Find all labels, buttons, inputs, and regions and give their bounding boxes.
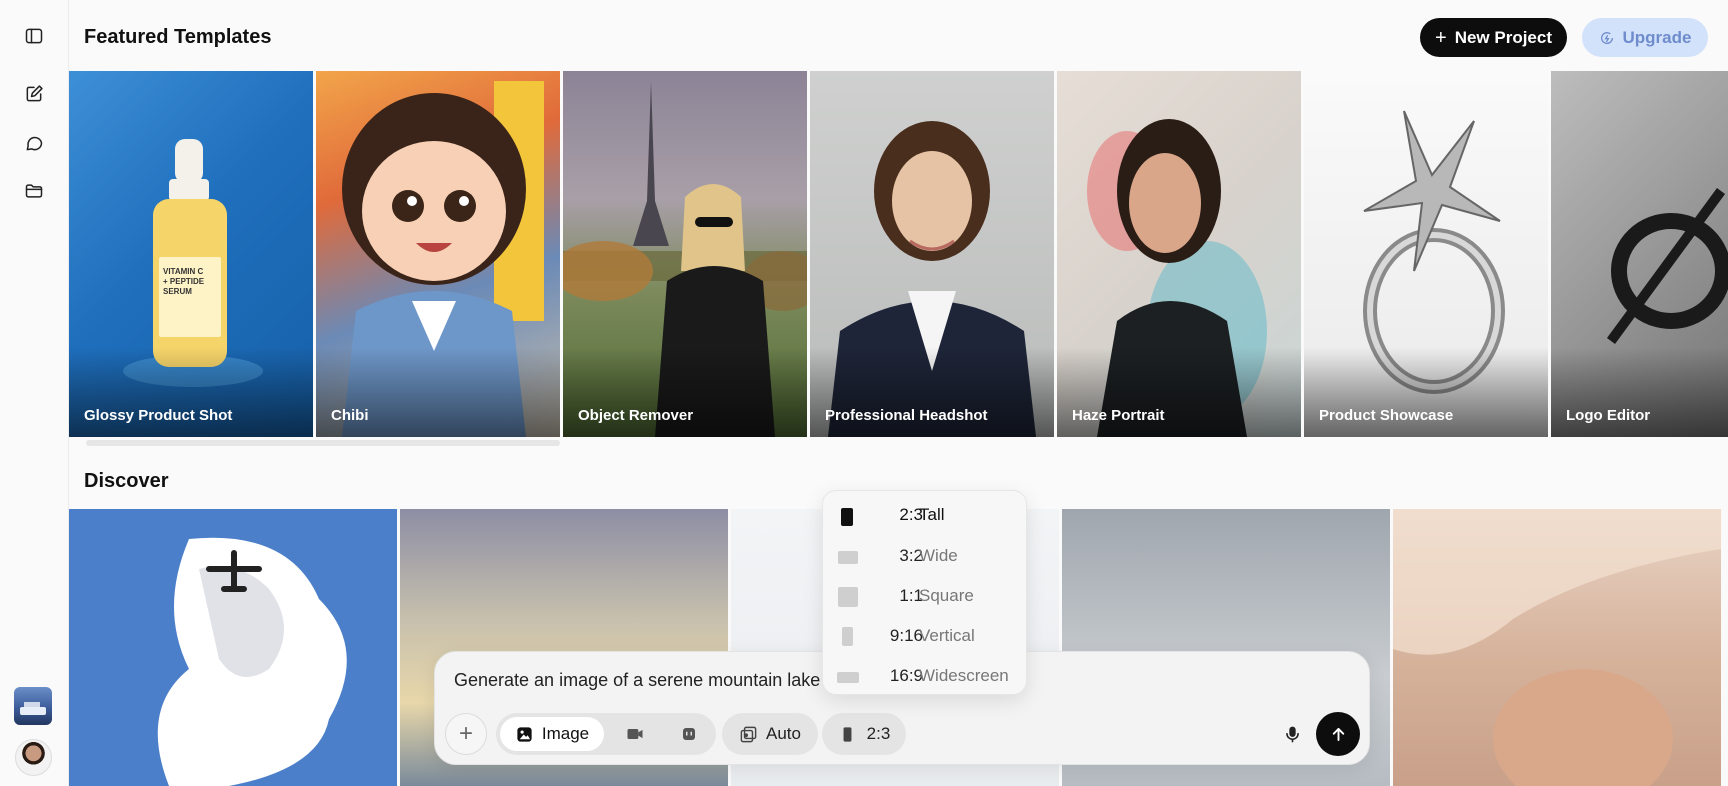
aspect-ratio-label: 2:3 (866, 724, 891, 743)
chat-icon[interactable] (20, 129, 48, 157)
ratio-name: Widescreen (919, 666, 1009, 685)
template-card-logo-editor[interactable]: Logo Editor (1551, 71, 1728, 437)
ratio-wide-icon (838, 551, 858, 564)
ratio-tall-icon (841, 508, 853, 526)
recent-project-thumbnail[interactable] (14, 687, 52, 725)
carousel-scrollbar[interactable] (86, 440, 560, 446)
template-label: Object Remover (578, 407, 694, 424)
bottle-label-text: VITAMIN C + PEPTIDE SERUM (163, 267, 205, 296)
auto-icon (740, 726, 757, 742)
character-icon (683, 728, 695, 740)
new-project-label: New Project (1454, 27, 1552, 47)
mode-video-button[interactable] (622, 721, 648, 747)
send-arrow-icon (1332, 727, 1344, 741)
template-card-object-remover[interactable]: Object Remover (563, 71, 807, 437)
ratio-vertical-icon (842, 627, 853, 646)
template-label: Chibi (331, 407, 369, 424)
ratio-value: 2:3 (899, 505, 923, 524)
ratio-icon (843, 726, 852, 742)
aspect-option-wide[interactable]: 3:2 Wide (823, 536, 1028, 576)
ratio-name: Wide (919, 546, 958, 565)
template-carousel: VITAMIN C + PEPTIDE SERUM Glossy Product… (69, 71, 1728, 437)
aspect-ratio-button[interactable]: 2:3 (822, 713, 906, 755)
ratio-name: Tall (919, 505, 945, 524)
upgrade-button[interactable]: Upgrade (1582, 18, 1708, 57)
ratio-widescreen-icon (837, 672, 859, 683)
image-icon (517, 726, 532, 742)
template-card-haze-portrait[interactable]: Haze Portrait (1057, 71, 1301, 437)
ratio-value: 16:9 (889, 666, 923, 685)
discover-card[interactable] (1393, 509, 1721, 786)
mic-button[interactable] (1277, 713, 1307, 755)
mode-character-button[interactable] (676, 721, 702, 747)
folder-icon[interactable] (20, 177, 48, 205)
template-label: Professional Headshot (825, 407, 988, 424)
video-icon (627, 729, 643, 739)
sidebar (0, 0, 69, 786)
upgrade-label: Upgrade (1622, 27, 1692, 47)
aspect-ratio-menu: 2:3 Tall 3:2 Wide 1:1 Square 9:16 Vertic… (822, 490, 1027, 695)
ratio-value: 1:1 (899, 586, 923, 605)
discover-card[interactable] (69, 509, 397, 786)
template-label: Haze Portrait (1072, 407, 1165, 424)
template-label: Glossy Product Shot (84, 407, 233, 424)
template-label: Logo Editor (1566, 407, 1651, 424)
upgrade-icon (1600, 31, 1613, 44)
template-label: Product Showcase (1319, 407, 1454, 424)
aspect-option-widescreen[interactable]: 16:9 Widescreen (823, 656, 1028, 696)
auto-label: Auto (766, 724, 801, 743)
ratio-name: Vertical (919, 626, 975, 645)
sidebar-toggle-icon[interactable] (20, 22, 48, 50)
aspect-option-vertical[interactable]: 9:16 Vertical (823, 616, 1028, 656)
ratio-value: 3:2 (899, 546, 923, 565)
template-card-professional-headshot[interactable]: Professional Headshot (810, 71, 1054, 437)
template-card-product-showcase[interactable]: Product Showcase (1304, 71, 1548, 437)
app-window: Featured Templates + New Project Upgrade… (0, 0, 1728, 786)
discover-title: Discover (84, 470, 169, 492)
mode-image-label: Image (541, 724, 590, 743)
avatar[interactable] (15, 739, 52, 776)
plus-icon: + (458, 720, 473, 747)
auto-button[interactable]: Auto (722, 713, 818, 755)
ratio-name: Square (919, 586, 974, 605)
ratio-square-icon (838, 587, 858, 607)
add-attachment-button[interactable]: + (445, 713, 487, 755)
mode-selector: Image (496, 713, 716, 755)
mode-image-button[interactable]: Image (500, 717, 604, 751)
plus-icon: + (1435, 26, 1447, 49)
mic-icon (1285, 726, 1299, 742)
page-title: Featured Templates (84, 26, 272, 48)
template-card-chibi[interactable]: Chibi (316, 71, 560, 437)
ratio-value: 9:16 (889, 626, 923, 645)
send-button[interactable] (1316, 712, 1360, 756)
aspect-option-square[interactable]: 1:1 Square (823, 576, 1028, 616)
aspect-option-tall[interactable]: 2:3 Tall (823, 495, 1028, 535)
new-project-button[interactable]: + New Project (1420, 18, 1567, 57)
edit-icon[interactable] (20, 80, 48, 108)
template-card-glossy-product-shot[interactable]: VITAMIN C + PEPTIDE SERUM Glossy Product… (69, 71, 313, 437)
